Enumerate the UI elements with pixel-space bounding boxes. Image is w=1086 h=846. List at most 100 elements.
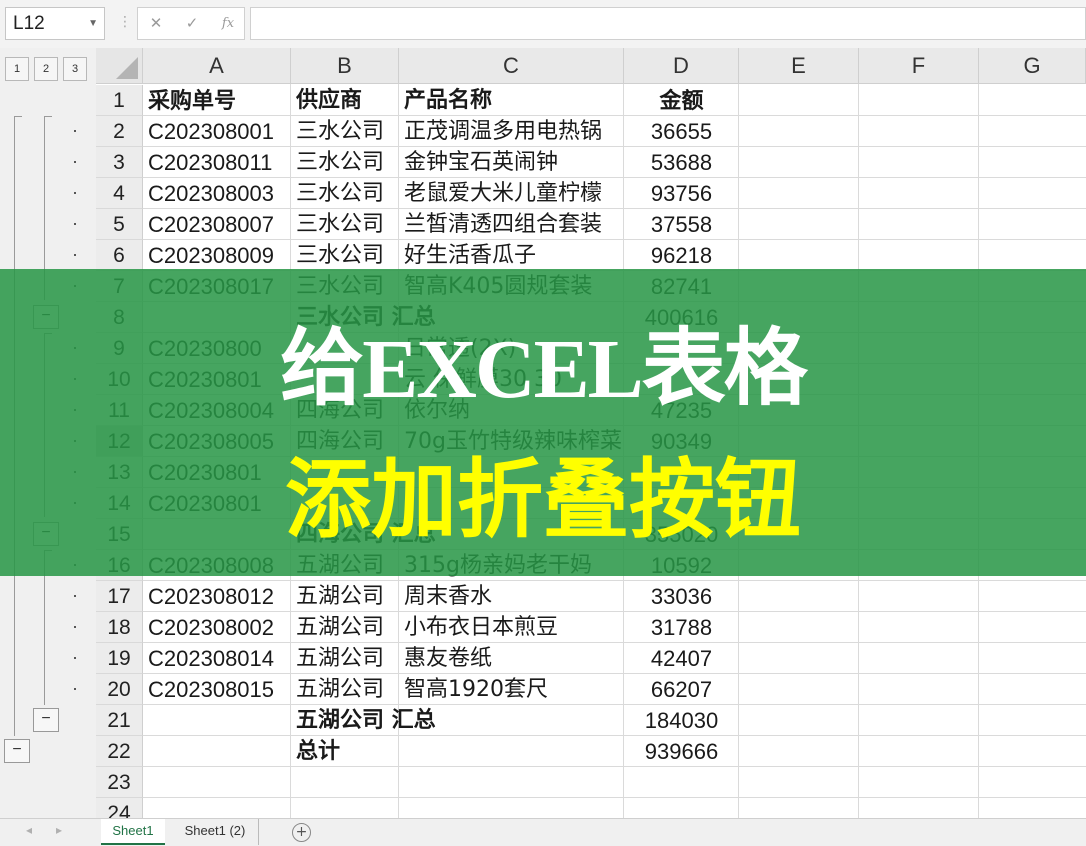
cell-d4[interactable]: 93756 <box>624 178 739 209</box>
cell-b20[interactable]: 五湖公司 <box>296 674 396 705</box>
row-header[interactable]: 4 <box>96 178 143 209</box>
column-header-c[interactable]: C <box>399 48 624 84</box>
formula-bar: L12 ▼ ⋮ ✕ ✓ fx <box>0 0 1086 49</box>
cell-a1[interactable]: 采购单号 <box>148 85 288 116</box>
cell-d20[interactable]: 66207 <box>624 674 739 705</box>
cell-a21[interactable] <box>148 705 288 736</box>
row-header[interactable]: 3 <box>96 147 143 178</box>
column-header-f[interactable]: F <box>859 48 979 84</box>
cell-a2[interactable]: C202308001 <box>148 116 288 147</box>
tab-sheet1[interactable]: Sheet1 <box>101 819 165 845</box>
column-header-b[interactable]: B <box>291 48 399 84</box>
cell-b3[interactable]: 三水公司 <box>296 147 396 178</box>
tab-sheet1-2[interactable]: Sheet1 (2) <box>172 819 259 845</box>
outline-detail-dot <box>74 626 76 628</box>
cell-d6[interactable]: 96218 <box>624 240 739 271</box>
outline-level-1-button[interactable]: 1 <box>5 57 29 81</box>
row-header[interactable]: 17 <box>96 581 143 612</box>
cell-b4[interactable]: 三水公司 <box>296 178 396 209</box>
row-header[interactable]: 1 <box>96 85 143 116</box>
row-header[interactable]: 19 <box>96 643 143 674</box>
column-header-d[interactable]: D <box>624 48 739 84</box>
outline-detail-dot <box>74 595 76 597</box>
cell-a22[interactable] <box>148 736 288 767</box>
cell-d2[interactable]: 36655 <box>624 116 739 147</box>
column-header-e[interactable]: E <box>739 48 859 84</box>
cell-d18[interactable]: 31788 <box>624 612 739 643</box>
drag-handle-icon[interactable]: ⋮ <box>118 14 132 30</box>
cell-d23[interactable] <box>624 767 739 798</box>
cell-c22[interactable] <box>404 736 622 767</box>
cell-d22[interactable]: 939666 <box>624 736 739 767</box>
select-all-icon <box>116 57 138 79</box>
cell-a23[interactable] <box>148 767 288 798</box>
cell-d5[interactable]: 37558 <box>624 209 739 240</box>
cancel-icon[interactable]: ✕ <box>141 8 171 39</box>
cell-b18[interactable]: 五湖公司 <box>296 612 396 643</box>
column-header-g[interactable]: G <box>979 48 1086 84</box>
cell-a3[interactable]: C202308011 <box>148 147 288 178</box>
select-all-button[interactable] <box>96 48 143 84</box>
enter-icon[interactable]: ✓ <box>177 8 207 39</box>
collapse-group-button[interactable]: − <box>33 708 59 732</box>
cell-c18[interactable]: 小布衣日本煎豆 <box>404 612 622 643</box>
cell-b23[interactable] <box>296 767 396 798</box>
chevron-down-icon[interactable]: ▼ <box>88 8 98 39</box>
cell-c21[interactable] <box>404 705 622 736</box>
cell-c6[interactable]: 好生活香瓜子 <box>404 240 622 271</box>
cell-d3[interactable]: 53688 <box>624 147 739 178</box>
outline-level-3-button[interactable]: 3 <box>63 57 87 81</box>
tab-next-icon[interactable]: ▸ <box>56 823 62 837</box>
cell-a4[interactable]: C202308003 <box>148 178 288 209</box>
cell-a5[interactable]: C202308007 <box>148 209 288 240</box>
cell-c20[interactable]: 智高1920套尺 <box>404 674 622 705</box>
cell-a18[interactable]: C202308002 <box>148 612 288 643</box>
cell-b1[interactable]: 供应商 <box>296 85 396 116</box>
cell-c3[interactable]: 金钟宝石英闹钟 <box>404 147 622 178</box>
row-header[interactable]: 18 <box>96 612 143 643</box>
cell-d19[interactable]: 42407 <box>624 643 739 674</box>
add-sheet-icon[interactable]: + <box>292 823 311 842</box>
name-box-value: L12 <box>13 13 45 34</box>
cell-a6[interactable]: C202308009 <box>148 240 288 271</box>
cell-c2[interactable]: 正茂调温多用电热锅 <box>404 116 622 147</box>
row-header[interactable]: 23 <box>96 767 143 798</box>
insert-function-icon[interactable]: fx <box>213 8 243 39</box>
outline-level-2-button[interactable]: 2 <box>34 57 58 81</box>
title-banner: 给EXCEL表格 添加折叠按钮 <box>0 269 1086 576</box>
cell-c23[interactable] <box>404 767 622 798</box>
cell-d21[interactable]: 184030 <box>624 705 739 736</box>
outline-detail-dot <box>74 688 76 690</box>
row-header[interactable]: 22 <box>96 736 143 767</box>
tab-prev-icon[interactable]: ◂ <box>26 823 32 837</box>
cell-a17[interactable]: C202308012 <box>148 581 288 612</box>
outline-detail-dot <box>74 192 76 194</box>
cell-b17[interactable]: 五湖公司 <box>296 581 396 612</box>
row-header[interactable]: 5 <box>96 209 143 240</box>
column-header-a[interactable]: A <box>143 48 291 84</box>
row-header[interactable]: 21 <box>96 705 143 736</box>
cell-d17[interactable]: 33036 <box>624 581 739 612</box>
row-header[interactable]: 6 <box>96 240 143 271</box>
cell-b6[interactable]: 三水公司 <box>296 240 396 271</box>
cell-a19[interactable]: C202308014 <box>148 643 288 674</box>
banner-title-line2: 添加折叠按钮 <box>285 450 801 550</box>
sheet-tab-bar: ◂ ▸ Sheet1 Sheet1 (2) + <box>0 818 1086 846</box>
collapse-all-button[interactable]: − <box>4 739 30 763</box>
row-header[interactable]: 2 <box>96 116 143 147</box>
formula-buttons: ✕ ✓ fx <box>137 7 245 40</box>
outline-detail-dot <box>74 161 76 163</box>
formula-input[interactable] <box>250 7 1086 40</box>
cell-c19[interactable]: 惠友卷纸 <box>404 643 622 674</box>
cell-c1[interactable]: 产品名称 <box>404 85 622 116</box>
name-box[interactable]: L12 ▼ <box>5 7 105 40</box>
cell-c17[interactable]: 周末香水 <box>404 581 622 612</box>
cell-c5[interactable]: 兰皙清透四组合套装 <box>404 209 622 240</box>
cell-b19[interactable]: 五湖公司 <box>296 643 396 674</box>
cell-b5[interactable]: 三水公司 <box>296 209 396 240</box>
row-header[interactable]: 20 <box>96 674 143 705</box>
cell-b2[interactable]: 三水公司 <box>296 116 396 147</box>
cell-a20[interactable]: C202308015 <box>148 674 288 705</box>
cell-d1[interactable]: 金额 <box>624 85 739 116</box>
cell-c4[interactable]: 老鼠爱大米儿童柠檬 <box>404 178 622 209</box>
